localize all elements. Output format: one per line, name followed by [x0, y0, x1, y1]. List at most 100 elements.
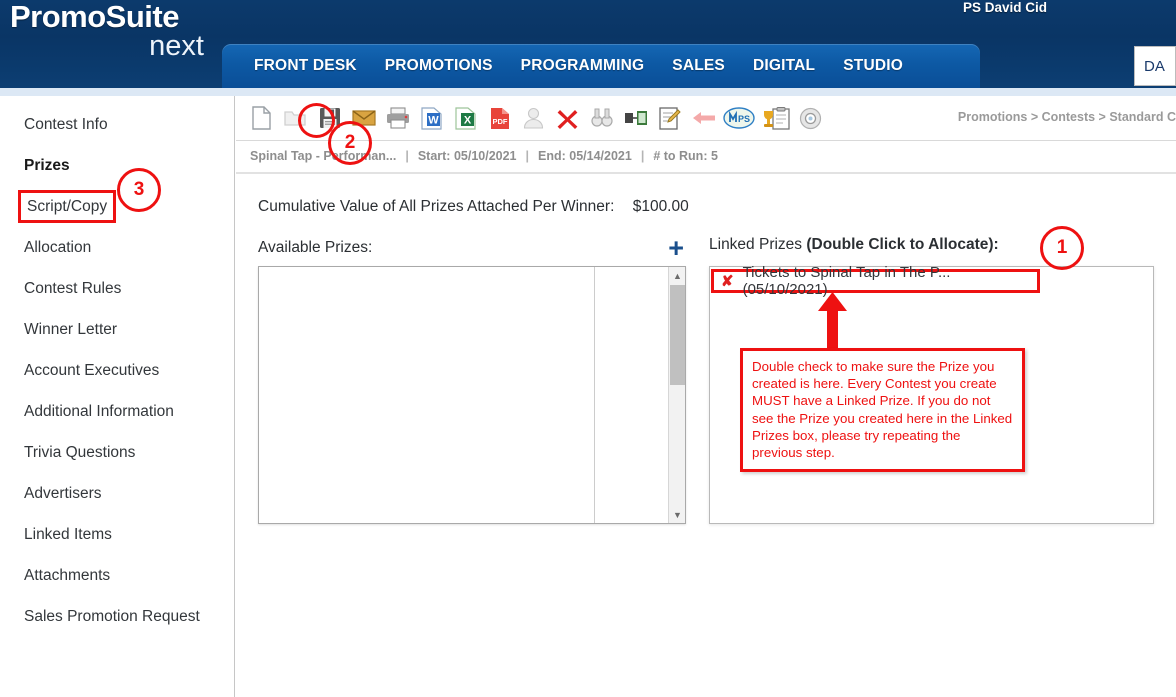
linked-prizes-label: Linked Prizes: [709, 236, 803, 253]
available-prizes-listbox[interactable]: ▲ ▼: [258, 266, 686, 524]
callout-marker-3-label: 3: [133, 179, 145, 200]
header-underline-strip: [0, 88, 1176, 96]
main-panel: W X PDF PS Promotions > Contests > Stand…: [236, 96, 1176, 697]
sidebar-item-label: Script/Copy: [27, 198, 108, 215]
context-separator-3: |: [640, 149, 645, 163]
callout-marker-1-label: 1: [1056, 237, 1068, 258]
breadcrumb: Promotions > Contests > Standard C: [957, 110, 1176, 124]
sidebar-item-label: Account Executives: [24, 361, 160, 379]
sidebar-item-label: Contest Rules: [24, 279, 122, 297]
sidebar-item-label: Sales Promotion Request: [24, 607, 200, 625]
nav-item-sales[interactable]: SALES: [658, 57, 739, 75]
contacts-icon[interactable]: [620, 102, 651, 134]
logo-line-2: next: [149, 30, 204, 62]
nav-item-front-desk[interactable]: FRONT DESK: [240, 57, 371, 75]
svg-text:X: X: [464, 114, 472, 126]
script-copy-highlight-box: Script/Copy: [18, 190, 117, 223]
context-end-date: End: 05/14/2021: [538, 149, 632, 163]
prizes-content: Cumulative Value of All Prizes Attached …: [236, 174, 1176, 697]
promosuite-logo: PromoSuite next: [10, 0, 220, 62]
linked-prize-label: Tickets to Spinal Tap in The P...(05/10/…: [742, 264, 951, 298]
user-icon[interactable]: [518, 102, 549, 134]
settings-gear-icon[interactable]: [795, 102, 826, 134]
binoculars-icon[interactable]: [586, 102, 617, 134]
export-word-icon[interactable]: W: [416, 102, 447, 134]
nav-item-promotions[interactable]: PROMOTIONS: [371, 57, 507, 75]
current-user-label: PS David Cid: [962, 0, 1047, 15]
sidebar-item-attachments[interactable]: Attachments: [0, 555, 234, 596]
sidebar-item-label: Allocation: [24, 238, 92, 256]
available-prizes-header: Available Prizes: +: [258, 235, 686, 262]
save-icon-highlight-ring: [298, 103, 335, 138]
svg-text:PS: PS: [738, 114, 750, 124]
remove-linked-prize-icon[interactable]: ✘: [718, 272, 743, 290]
annotation-note-text: Double check to make sure the Prize you …: [752, 359, 1013, 461]
available-prizes-scrollbar[interactable]: ▲ ▼: [668, 267, 685, 523]
export-excel-icon[interactable]: X: [450, 102, 481, 134]
sidebar-item-advertisers[interactable]: Advertisers: [0, 473, 234, 514]
search-input-value: DA: [1144, 57, 1165, 75]
scroll-down-icon[interactable]: ▼: [669, 506, 686, 523]
callout-marker-1: 1: [1040, 226, 1084, 270]
sidebar-item-label: Advertisers: [24, 484, 102, 502]
search-input[interactable]: DA: [1134, 46, 1176, 86]
linked-prizes-hint: (Double Click to Allocate):: [806, 236, 999, 253]
sidebar-item-sales-promotion-request[interactable]: Sales Promotion Request: [0, 596, 234, 637]
context-to-run: # to Run: 5: [653, 149, 718, 163]
available-prizes-column: Available Prizes: + ▲ ▼: [258, 235, 686, 524]
svg-text:W: W: [428, 114, 439, 126]
sidebar-item-label: Contest Info: [24, 115, 108, 133]
callout-marker-2-label: 2: [344, 132, 356, 153]
nav-item-programming[interactable]: PROGRAMMING: [507, 57, 659, 75]
edit-note-icon[interactable]: [654, 102, 685, 134]
available-prizes-label: Available Prizes:: [258, 239, 373, 256]
context-separator-2: |: [525, 149, 530, 163]
sidebar-item-label: Trivia Questions: [24, 443, 136, 461]
app-header: PromoSuite next PS David Cid FRONT DESK …: [0, 0, 1176, 92]
delete-icon[interactable]: [552, 102, 583, 134]
application-window: PromoSuite next PS David Cid FRONT DESK …: [0, 0, 1176, 697]
back-arrow-icon[interactable]: [688, 102, 719, 134]
sidebar-item-contest-rules[interactable]: Contest Rules: [0, 268, 234, 309]
add-prize-icon[interactable]: +: [668, 235, 686, 262]
linked-prize-row[interactable]: ✘ Tickets to Spinal Tap in The P...(05/1…: [711, 264, 1040, 298]
scrollbar-thumb[interactable]: [670, 285, 685, 385]
sidebar-item-label: Winner Letter: [24, 320, 118, 338]
sidebar-item-linked-items[interactable]: Linked Items: [0, 514, 234, 555]
scroll-up-icon[interactable]: ▲: [669, 267, 686, 284]
context-start-date: Start: 05/10/2021: [417, 149, 517, 163]
sidebar-item-prizes[interactable]: Prizes: [0, 145, 234, 186]
svg-text:PDF: PDF: [492, 117, 507, 126]
mps-logo-icon[interactable]: PS: [722, 102, 756, 134]
cumulative-value-label: Cumulative Value of All Prizes Attached …: [258, 198, 615, 215]
annotation-note-box: Double check to make sure the Prize you …: [740, 348, 1025, 473]
sidebar-item-additional-information[interactable]: Additional Information: [0, 391, 234, 432]
cumulative-value-amount: $100.00: [632, 198, 689, 215]
print-icon[interactable]: [382, 102, 413, 134]
action-toolbar: W X PDF PS Promotions > Contests > Stand…: [236, 96, 1176, 140]
context-contest-title: Spinal Tap - Performan...: [250, 149, 397, 163]
annotation-arrow-up-icon: [818, 292, 847, 351]
logo-line-1: PromoSuite: [10, 0, 179, 34]
sidebar-item-account-executives[interactable]: Account Executives: [0, 350, 234, 391]
sidebar-item-label: Additional Information: [24, 402, 174, 420]
available-prizes-list[interactable]: [259, 267, 595, 523]
sidebar-item-allocation[interactable]: Allocation: [0, 227, 234, 268]
export-pdf-icon[interactable]: PDF: [484, 102, 515, 134]
new-document-icon[interactable]: [246, 102, 277, 134]
sidebar-item-label: Prizes: [24, 156, 70, 174]
sidebar-item-label: Attachments: [24, 566, 111, 584]
callout-marker-2: 2: [328, 121, 372, 165]
context-separator-1: |: [405, 149, 409, 163]
nav-item-digital[interactable]: DIGITAL: [739, 57, 829, 75]
callout-marker-3: 3: [117, 168, 161, 212]
trophy-clipboard-icon[interactable]: [759, 102, 792, 134]
sidebar-item-winner-letter[interactable]: Winner Letter: [0, 309, 234, 350]
nav-item-studio[interactable]: STUDIO: [829, 57, 917, 75]
sidebar-item-contest-info[interactable]: Contest Info: [0, 104, 234, 145]
linked-prizes-header: Linked Prizes (Double Click to Allocate)…: [709, 236, 1154, 260]
main-navigation: FRONT DESK PROMOTIONS PROGRAMMING SALES …: [222, 44, 980, 88]
sidebar-item-trivia-questions[interactable]: Trivia Questions: [0, 432, 234, 473]
sidebar-item-label: Linked Items: [24, 525, 112, 543]
cumulative-value-row: Cumulative Value of All Prizes Attached …: [258, 198, 689, 216]
